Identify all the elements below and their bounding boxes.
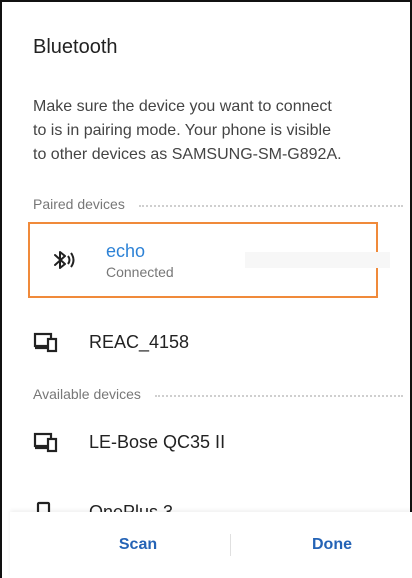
device-item-bose[interactable]: LE-Bose QC35 II [33,412,403,472]
devices-icon [33,431,89,453]
devices-icon [33,331,89,353]
device-name: REAC_4158 [89,331,190,352]
available-devices-header: Available devices [33,384,403,404]
device-name: echo [106,240,146,261]
device-name: LE-Bose QC35 II [89,431,226,452]
section-divider [138,205,403,207]
redacted-area [245,252,390,268]
bluetooth-audio-icon [30,249,106,271]
paired-devices-header: Paired devices [33,194,403,214]
button-divider [230,534,231,556]
dialog-description: Make sure the device you want to connect… [33,98,342,163]
device-item-reac[interactable]: REAC_4158 [33,312,403,372]
scan-button[interactable]: Scan [48,512,228,578]
dialog-title: Bluetooth [33,36,118,58]
device-item-echo[interactable]: echo Connected [28,222,390,298]
section-divider [154,395,403,397]
action-bar: Scan Done [10,512,412,578]
available-devices-label: Available devices [33,386,141,402]
paired-devices-label: Paired devices [33,196,125,212]
done-button[interactable]: Done [242,512,412,578]
device-status: Connected [106,263,174,280]
